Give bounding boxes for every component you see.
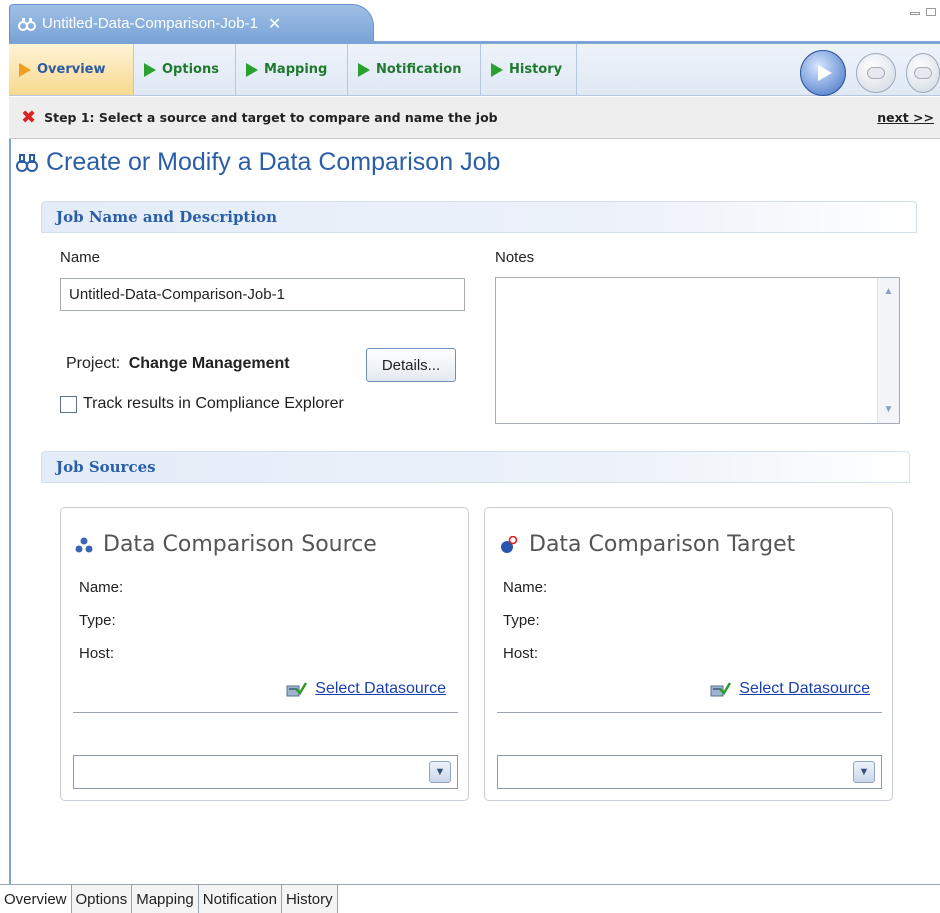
tab-mapping[interactable]: Mapping [236, 44, 348, 95]
project-line: Project: Change Management [66, 355, 290, 373]
select-datasource-icon [710, 682, 732, 697]
datasource-icon [75, 537, 93, 552]
notes-box: ▲ ▼ [495, 277, 900, 424]
minimize-icon[interactable] [910, 12, 920, 15]
play-icon [818, 65, 832, 81]
tab-history[interactable]: History [481, 44, 577, 95]
scroll-up-icon[interactable]: ▲ [879, 282, 898, 301]
window-controls [910, 8, 936, 16]
close-icon[interactable]: ✕ [268, 14, 281, 34]
left-gutter [9, 139, 11, 884]
bottom-tab-overview[interactable]: Overview [0, 885, 72, 913]
step-text: Step 1: Select a source and target to co… [44, 110, 498, 125]
track-results-row[interactable]: Track results in Compliance Explorer [60, 395, 344, 413]
track-results-checkbox[interactable] [60, 395, 77, 413]
tab-label: History [509, 62, 563, 77]
scroll-down-icon[interactable]: ▼ [879, 400, 898, 419]
job-name-section-header: Job Name and Description [41, 201, 917, 233]
page-tab-bar: Overview Options Mapping Notification Hi… [9, 44, 940, 96]
target-panel: Data Comparison Target Name: Type: Host:… [484, 507, 893, 801]
tab-options[interactable]: Options [134, 44, 236, 95]
play-triangle-icon [491, 62, 503, 77]
play-triangle-icon [19, 62, 31, 77]
target-datasource-combo[interactable]: ▼ [497, 755, 882, 789]
target-type-label: Type: [503, 612, 540, 629]
editor-tab-job[interactable]: Untitled-Data-Comparison-Job-1 ✕ [9, 4, 374, 42]
tab-label: Mapping [264, 62, 328, 77]
console-button[interactable] [906, 53, 940, 93]
project-prefix: Project: [66, 355, 121, 372]
tab-label: Overview [37, 62, 106, 77]
bottom-tab-options[interactable]: Options [71, 885, 133, 913]
details-button[interactable]: Details... [366, 348, 456, 382]
target-name-label: Name: [503, 579, 548, 596]
source-name-label: Name: [79, 579, 124, 596]
source-divider [73, 712, 458, 713]
play-triangle-icon [358, 62, 370, 77]
tab-label: Options [162, 62, 219, 77]
play-triangle-icon [144, 62, 156, 77]
next-link[interactable]: next >> [877, 110, 934, 125]
maximize-icon[interactable] [926, 8, 936, 16]
source-type-label: Type: [79, 612, 116, 629]
source-panel-title: Data Comparison Source [75, 532, 377, 557]
source-select-datasource-link[interactable]: Select Datasource [315, 680, 446, 698]
target-select-datasource-link[interactable]: Select Datasource [739, 680, 870, 698]
target-select-datasource[interactable]: Select Datasource [709, 680, 870, 698]
job-sources-section-header: Job Sources [41, 451, 910, 483]
bottom-tab-history[interactable]: History [281, 885, 338, 913]
error-icon: ✖ [21, 107, 37, 128]
page-title-text: Create or Modify a Data Comparison Job [46, 148, 501, 176]
source-select-datasource[interactable]: Select Datasource [285, 680, 446, 698]
select-datasource-icon [286, 682, 308, 697]
target-panel-title: Data Comparison Target [499, 532, 795, 557]
tab-overview[interactable]: Overview [9, 44, 134, 95]
bottom-tab-mapping[interactable]: Mapping [132, 885, 199, 913]
editor-tab-title: Untitled-Data-Comparison-Job-1 [42, 15, 258, 32]
binoculars-icon [18, 17, 36, 31]
target-divider [497, 712, 882, 713]
project-name: Change Management [128, 355, 290, 372]
play-triangle-icon [246, 62, 258, 77]
tab-notification[interactable]: Notification [348, 44, 481, 95]
bottom-tab-notification[interactable]: Notification [198, 885, 282, 913]
target-datasource-icon [501, 535, 518, 553]
chevron-down-icon[interactable]: ▼ [853, 761, 875, 783]
name-label: Name [60, 249, 101, 266]
binoculars-icon [16, 153, 38, 172]
source-datasource-combo[interactable]: ▼ [73, 755, 458, 789]
stop-job-button[interactable] [856, 53, 896, 93]
target-host-label: Host: [503, 645, 539, 662]
source-host-label: Host: [79, 645, 115, 662]
notes-textarea[interactable] [496, 278, 876, 423]
job-name-input[interactable] [60, 278, 465, 311]
source-panel: Data Comparison Source Name: Type: Host:… [60, 507, 469, 801]
job-action-buttons [800, 50, 940, 96]
tab-label: Notification [376, 62, 462, 77]
notes-scrollbar[interactable]: ▲ ▼ [877, 278, 899, 423]
step-bar: ✖ Step 1: Select a source and target to … [9, 97, 940, 139]
editor-tab-strip: Untitled-Data-Comparison-Job-1 ✕ [0, 0, 940, 42]
notes-label: Notes [495, 249, 535, 266]
bottom-tab-bar: Overview Options Mapping Notification Hi… [0, 884, 940, 913]
track-results-label: Track results in Compliance Explorer [83, 395, 344, 412]
page-title: Create or Modify a Data Comparison Job [16, 148, 500, 177]
chevron-down-icon[interactable]: ▼ [429, 761, 451, 783]
console-icon [914, 67, 932, 79]
stop-icon [867, 67, 885, 79]
run-job-button[interactable] [800, 50, 846, 96]
source-title-text: Data Comparison Source [103, 532, 377, 557]
target-title-text: Data Comparison Target [529, 532, 796, 557]
